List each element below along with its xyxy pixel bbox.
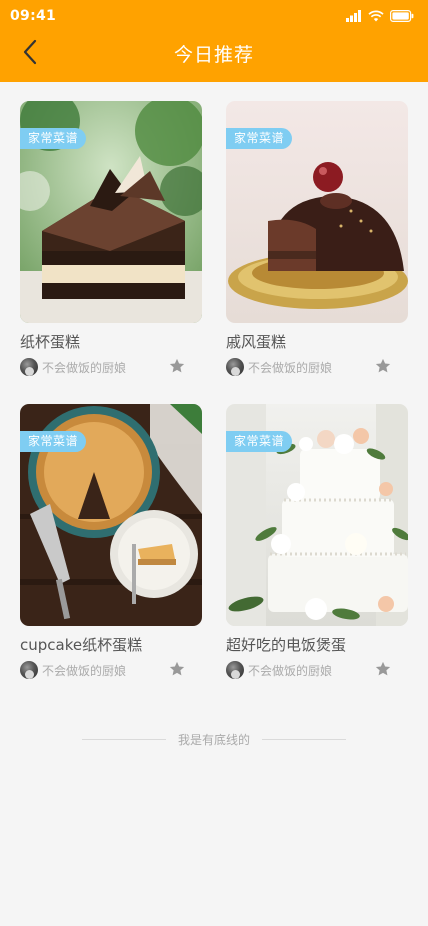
favorite-button[interactable] [374,660,392,678]
divider-line-right [262,739,346,740]
recipe-title: 纸杯蛋糕 [20,333,81,351]
avatar [226,358,244,376]
status-icons [346,9,414,23]
recipe-title: cupcake纸杯蛋糕 [20,636,143,654]
recipe-card[interactable]: 家常菜谱 戚风蛋糕 不会做饭的厨娘 [226,101,408,381]
status-time: 09:41 [10,8,57,24]
category-tag: 家常菜谱 [20,431,87,452]
category-tag: 家常菜谱 [226,431,293,452]
recipe-card[interactable]: 家常菜谱 cupcake纸杯蛋糕 不会做饭的厨娘 [20,404,202,684]
recipe-card[interactable]: 家常菜谱 纸杯蛋糕 不会做饭的厨娘 [20,101,202,381]
avatar [20,358,38,376]
author-row: 不会做饭的厨娘 [226,357,408,377]
recipe-card[interactable]: 家常菜谱 超好吃的电饭煲蛋 不会做饭的厨娘 [226,404,408,684]
avatar [226,661,244,679]
recipe-title: 超好吃的电饭煲蛋 [226,636,347,654]
category-tag: 家常菜谱 [20,128,87,149]
author-name: 不会做饭的厨娘 [42,664,127,678]
author-row: 不会做饭的厨娘 [20,357,202,377]
app-header: 09:41 今日推荐 [0,0,428,82]
end-of-list-divider: 我是有底线的 [0,730,428,750]
author-name: 不会做饭的厨娘 [248,361,333,375]
category-tag: 家常菜谱 [226,128,293,149]
signal-icon [346,7,362,26]
favorite-button[interactable] [374,357,392,375]
favorite-button[interactable] [168,660,186,678]
author-row: 不会做饭的厨娘 [20,660,202,680]
battery-icon [390,7,414,26]
author-name: 不会做饭的厨娘 [248,664,333,678]
author-name: 不会做饭的厨娘 [42,361,127,375]
star-icon [168,358,186,379]
avatar [20,661,38,679]
star-icon [168,661,186,682]
end-of-list-text: 我是有底线的 [177,733,250,747]
page-title: 今日推荐 [173,44,254,66]
favorite-button[interactable] [168,357,186,375]
star-icon [374,358,392,379]
star-icon [374,661,392,682]
recipe-title: 戚风蛋糕 [226,333,287,351]
wifi-icon [368,7,384,26]
nav-bar: 今日推荐 [0,34,428,74]
author-row: 不会做饭的厨娘 [226,660,408,680]
status-bar: 09:41 [0,0,428,34]
